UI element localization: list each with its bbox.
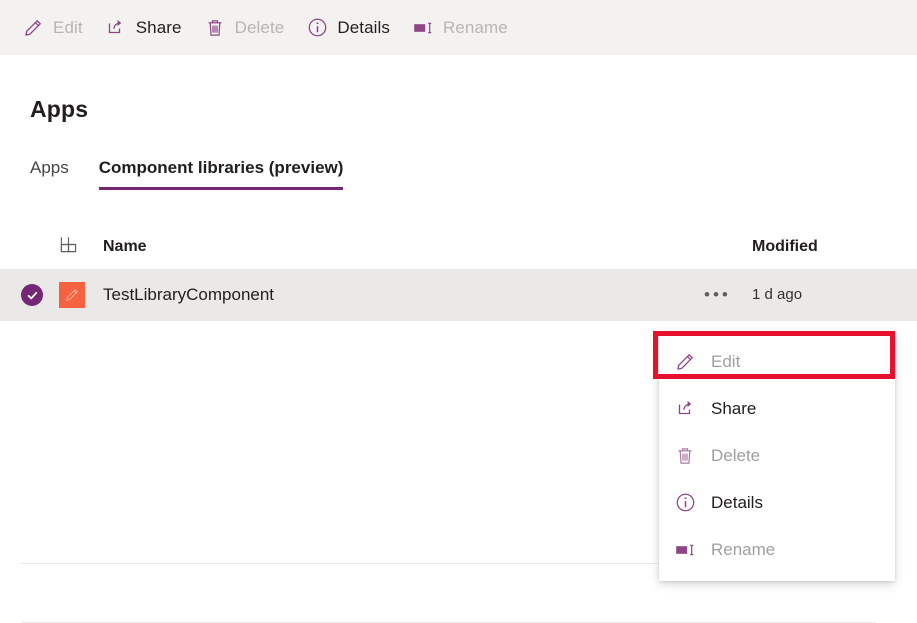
info-icon — [673, 491, 697, 515]
command-edit-button[interactable]: Edit — [22, 8, 83, 48]
menu-item-rename-label: Rename — [711, 539, 776, 559]
list-table: Name Modified TestLibraryComponent ••• 1… — [0, 225, 917, 623]
ellipsis-icon[interactable]: ••• — [704, 286, 731, 303]
command-delete-label: Delete — [234, 17, 285, 37]
checkmark-circle-icon[interactable] — [21, 284, 43, 306]
command-details-button[interactable]: Details — [306, 8, 390, 48]
menu-item-edit[interactable]: Edit — [659, 338, 895, 385]
header-modified-cell[interactable]: Modified — [752, 238, 917, 256]
pencil-icon — [673, 350, 697, 374]
tab-component-libraries[interactable]: Component libraries (preview) — [98, 158, 343, 190]
command-share-label: Share — [135, 17, 182, 37]
row-select-cell — [21, 284, 59, 306]
row-context-menu: Edit Share Delete Details Rename — [659, 333, 895, 581]
command-delete-button[interactable]: Delete — [204, 8, 285, 48]
page-title: Apps — [30, 96, 89, 122]
pencil-app-tile-icon — [59, 282, 85, 308]
menu-item-share-label: Share — [711, 398, 757, 418]
tab-strip: Apps Component libraries (preview) — [30, 158, 373, 190]
header-name-cell[interactable]: Name — [103, 238, 704, 256]
table-header-row: Name Modified — [0, 225, 917, 269]
header-icon-cell — [59, 235, 103, 259]
rename-icon — [412, 17, 434, 39]
row-app-icon-cell — [59, 282, 103, 308]
menu-item-share[interactable]: Share — [659, 385, 895, 432]
table-row[interactable]: TestLibraryComponent ••• 1 d ago — [0, 269, 917, 321]
row-modified-label: 1 d ago — [752, 286, 803, 303]
share-icon — [673, 397, 697, 421]
command-rename-label: Rename — [443, 17, 508, 37]
header-modified-label: Modified — [752, 238, 818, 255]
info-icon — [306, 17, 328, 39]
row-name-label: TestLibraryComponent — [103, 285, 275, 304]
component-grid-icon — [59, 235, 78, 259]
menu-item-rename[interactable]: Rename — [659, 526, 895, 573]
header-name-label: Name — [103, 238, 147, 255]
tab-apps[interactable]: Apps — [30, 158, 69, 190]
menu-item-details-label: Details — [711, 492, 763, 512]
command-edit-label: Edit — [53, 17, 83, 37]
share-icon — [105, 17, 127, 39]
menu-item-delete-label: Delete — [711, 445, 761, 465]
row-name-cell[interactable]: TestLibraryComponent — [103, 285, 704, 305]
row-modified-cell: 1 d ago — [752, 286, 917, 304]
menu-item-details[interactable]: Details — [659, 479, 895, 526]
menu-item-edit-label: Edit — [711, 351, 741, 371]
menu-item-delete[interactable]: Delete — [659, 432, 895, 479]
command-bar: Edit Share Delete Details Rename — [0, 0, 917, 55]
command-share-button[interactable]: Share — [105, 8, 182, 48]
command-details-label: Details — [337, 17, 390, 37]
trash-icon — [673, 444, 697, 468]
command-rename-button[interactable]: Rename — [412, 8, 508, 48]
rename-icon — [673, 538, 697, 562]
trash-icon — [204, 17, 226, 39]
row-menu-cell[interactable]: ••• — [704, 286, 752, 303]
pencil-icon — [22, 17, 44, 39]
